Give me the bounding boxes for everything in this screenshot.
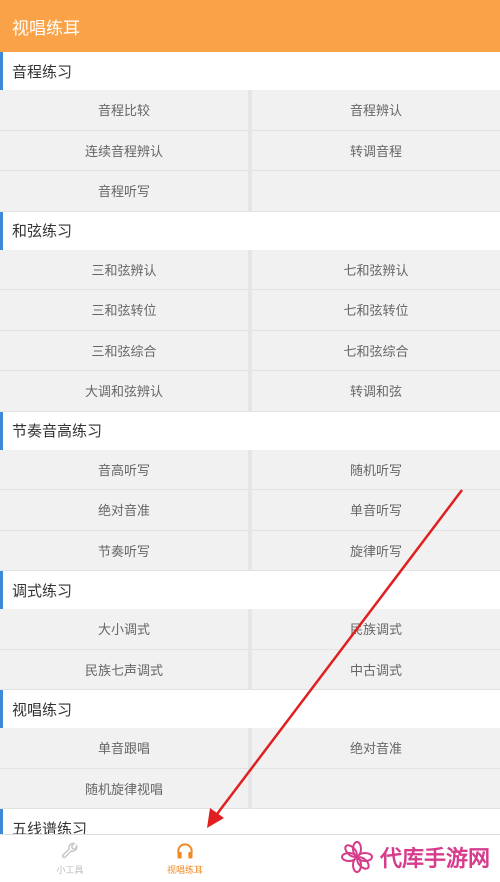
section-title: 音程练习: [0, 52, 500, 90]
empty-cell: [252, 171, 500, 212]
section-interval: 音程练习 音程比较 音程辨认 连续音程辨认 转调音程 音程听写: [0, 52, 500, 212]
tab-label: 视唱练耳: [166, 866, 203, 876]
exercise-item[interactable]: 三和弦转位: [0, 290, 248, 331]
exercise-item[interactable]: 音程辨认: [252, 90, 500, 131]
tab-label: 小工具: [56, 866, 84, 876]
exercise-item[interactable]: 旋律听写: [252, 530, 500, 571]
section-mode: 调式练习 大小调式 民族调式 民族七声调式 中古调式: [0, 571, 500, 690]
exercise-item[interactable]: 节奏听写: [0, 530, 248, 571]
exercise-item[interactable]: 民族调式: [252, 609, 500, 650]
exercise-item[interactable]: 音程听写: [0, 171, 248, 212]
exercise-item[interactable]: 单音跟唱: [0, 728, 248, 769]
app-screen: 视唱练耳 音程练习 音程比较 音程辨认 连续音程辨认 转调音程 音程听写 和弦练…: [0, 0, 500, 882]
section-title: 调式练习: [0, 571, 500, 609]
exercise-item[interactable]: 连续音程辨认: [0, 130, 248, 171]
exercise-item[interactable]: 民族七声调式: [0, 649, 248, 690]
section-title: 和弦练习: [0, 211, 500, 250]
exercise-item[interactable]: 七和弦综合: [252, 330, 500, 371]
exercise-item[interactable]: 绝对音准: [0, 490, 248, 531]
exercise-item[interactable]: 七和弦转位: [252, 290, 500, 331]
exercise-item[interactable]: 中古调式: [252, 649, 500, 690]
exercise-item[interactable]: 三和弦综合: [0, 330, 248, 371]
exercise-item[interactable]: 转调和弦: [252, 371, 500, 412]
headphones-icon: [177, 843, 193, 859]
section-chord: 和弦练习 三和弦辨认 七和弦辨认 三和弦转位 七和弦转位 三和弦综合 七和弦综合…: [0, 211, 500, 412]
exercise-item[interactable]: 随机旋律视唱: [0, 768, 248, 809]
exercise-item[interactable]: 大小调式: [0, 609, 248, 650]
exercise-item[interactable]: 三和弦辨认: [0, 249, 248, 290]
section-staff: 五线谱练习: [0, 809, 500, 834]
exercise-item[interactable]: 转调音程: [252, 130, 500, 171]
exercise-item[interactable]: 七和弦辨认: [252, 249, 500, 290]
exercise-list[interactable]: 音程练习 音程比较 音程辨认 连续音程辨认 转调音程 音程听写 和弦练习 三和弦…: [0, 52, 500, 834]
wrench-icon: [61, 842, 78, 859]
section-sight-singing: 视唱练习 单音跟唱 绝对音准 随机旋律视唱: [0, 690, 500, 809]
exercise-item[interactable]: 大调和弦辨认: [0, 371, 248, 412]
page-title: 视唱练耳: [12, 18, 80, 39]
watermark: 代库手游网: [340, 840, 490, 874]
app-header: 视唱练耳: [0, 0, 500, 52]
exercise-item[interactable]: 音程比较: [0, 90, 248, 131]
section-title: 节奏音高练习: [0, 411, 500, 450]
section-title: 视唱练习: [0, 690, 500, 728]
exercise-item[interactable]: 音高听写: [0, 449, 248, 490]
tab-sight-singing[interactable]: 视唱练耳: [140, 835, 230, 882]
exercise-item[interactable]: 绝对音准: [252, 728, 500, 769]
watermark-text: 代库手游网: [379, 847, 490, 872]
section-rhythm-pitch: 节奏音高练习 音高听写 随机听写 绝对音准 单音听写 节奏听写 旋律听写: [0, 411, 500, 571]
exercise-item[interactable]: 单音听写: [252, 490, 500, 531]
section-title: 五线谱练习: [0, 809, 500, 834]
tab-tools[interactable]: 小工具: [0, 835, 140, 882]
empty-cell: [252, 768, 500, 809]
flower-logo-icon: [340, 841, 373, 873]
exercise-item[interactable]: 随机听写: [252, 449, 500, 490]
